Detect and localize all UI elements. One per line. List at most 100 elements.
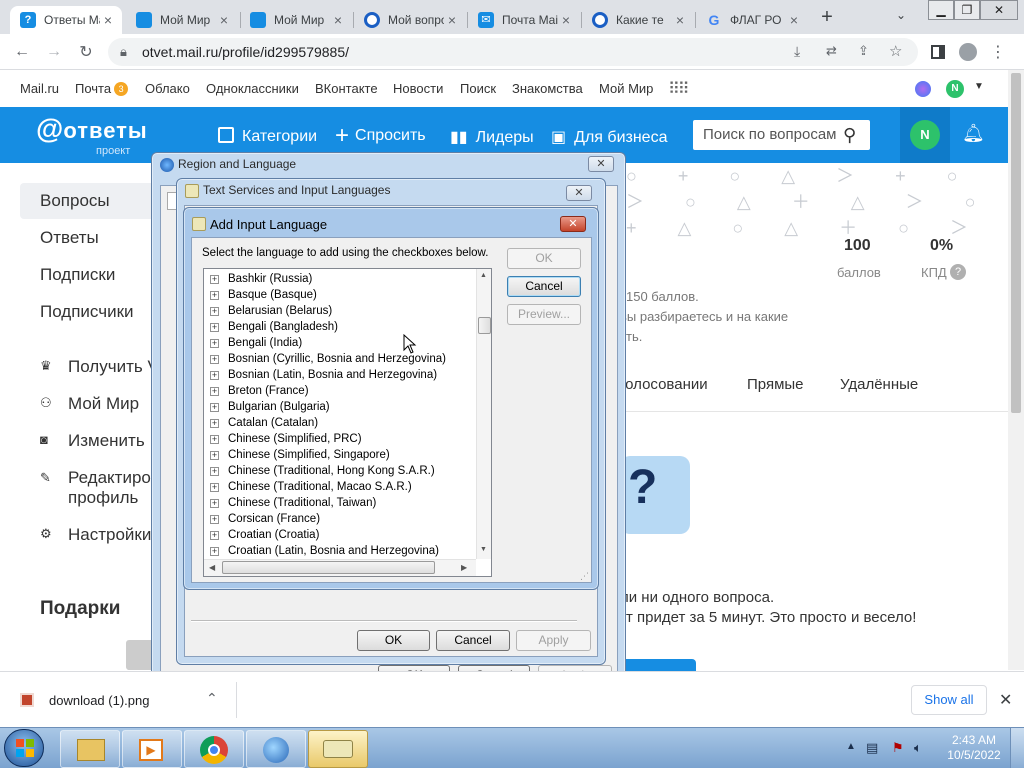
sidebar-item-subscriptions[interactable]: Подписки [40, 265, 115, 285]
nav-categories[interactable]: Категории [218, 127, 317, 146]
kpd-help-icon[interactable]: ? [950, 264, 966, 280]
tab-kakie[interactable]: Какие те × [582, 6, 694, 34]
portal-user-avatar[interactable]: N [946, 80, 964, 98]
expand-plus-icon[interactable]: + [210, 402, 219, 412]
action-moimir[interactable]: Мой Мир [68, 394, 139, 414]
language-tree-item[interactable]: + Croatian (Croatia) [210, 527, 319, 543]
portal-link-dating[interactable]: Знакомства [512, 81, 583, 96]
back-arrow-icon[interactable]: ← [12, 42, 32, 62]
translate-icon[interactable]: ⇄ [826, 43, 837, 59]
region-close-button[interactable]: ✕ [588, 156, 614, 172]
bell-icon[interactable]: 🔔︎ [962, 123, 985, 144]
text-services-ok-button[interactable]: OK [357, 630, 430, 651]
text-services-cancel-button[interactable]: Cancel [436, 630, 510, 651]
close-tab-icon[interactable]: × [100, 12, 116, 28]
tab-direct[interactable]: Прямые [747, 376, 804, 393]
tree-vertical-scroll-thumb[interactable] [478, 317, 491, 334]
expand-plus-icon[interactable]: + [210, 274, 219, 284]
expand-plus-icon[interactable]: + [210, 306, 219, 316]
close-tab-icon[interactable]: × [558, 12, 574, 28]
language-tree-item[interactable]: + Chinese (Traditional, Hong Kong S.A.R.) [210, 463, 435, 479]
restore-window-button[interactable]: ❐ [954, 0, 980, 20]
expand-plus-icon[interactable]: + [210, 546, 219, 556]
portal-link-search[interactable]: Поиск [460, 81, 496, 96]
scroll-up-arrow-icon[interactable]: ▲ [480, 272, 487, 279]
tab-otvet[interactable]: ? Ответы Mail.ru × [10, 6, 122, 34]
portal-link-ok[interactable]: Одноклассники [206, 81, 299, 96]
expand-plus-icon[interactable]: + [210, 386, 219, 396]
expand-plus-icon[interactable]: + [210, 370, 219, 380]
close-window-button[interactable]: ✕ [980, 0, 1018, 20]
download-chevron-icon[interactable]: ⌃ [206, 690, 218, 707]
expand-plus-icon[interactable]: + [210, 290, 219, 300]
tree-horizontal-scroll-thumb[interactable] [222, 561, 435, 574]
tab-voting[interactable]: голосовании [620, 376, 708, 393]
browser-menu-icon[interactable]: ⋮ [988, 42, 1008, 62]
language-tree-item[interactable]: + Basque (Basque) [210, 287, 317, 303]
start-button[interactable] [4, 729, 44, 767]
close-tab-icon[interactable]: × [672, 12, 688, 28]
language-tree-item[interactable]: + Catalan (Catalan) [210, 415, 318, 431]
page-scrollbar-thumb[interactable] [1011, 73, 1021, 413]
forward-arrow-icon[interactable]: → [44, 42, 64, 62]
nav-leaders[interactable]: ▮▮ Лидеры [450, 127, 534, 147]
show-desktop-button[interactable] [1010, 728, 1024, 768]
new-tab-button[interactable]: + [817, 6, 837, 28]
download-file-name[interactable]: download (1).png [49, 693, 149, 708]
network-icon[interactable]: ▤ [866, 740, 878, 756]
language-tree-item[interactable]: + Corsican (France) [210, 511, 320, 527]
text-services-apply-button[interactable]: Apply [516, 630, 591, 651]
tab-mail[interactable]: ✉ Почта Mail.ru × [468, 6, 580, 34]
expand-plus-icon[interactable]: + [210, 514, 219, 524]
language-tree-item[interactable]: + Bulgarian (Bulgaria) [210, 399, 330, 415]
language-tree-item[interactable]: + Bosnian (Latin, Bosnia and Herzegovina) [210, 367, 437, 383]
install-app-icon[interactable]: ⤓ [794, 43, 800, 60]
expand-plus-icon[interactable]: + [210, 354, 219, 364]
tree-horizontal-scrollbar[interactable]: ◀ ▶ [204, 559, 476, 576]
expand-plus-icon[interactable]: + [210, 338, 219, 348]
search-icon[interactable]: ⚲ [843, 125, 856, 146]
minimize-window-button[interactable]: ▁ [928, 0, 954, 20]
taskbar-media-player[interactable]: ▶ [122, 730, 182, 768]
expand-plus-icon[interactable]: + [210, 530, 219, 540]
otvet-logo[interactable]: @ответы проект [36, 115, 148, 158]
scroll-right-arrow-icon[interactable]: ▶ [461, 563, 467, 572]
language-tree-item[interactable]: + Chinese (Traditional, Macao S.A.R.) [210, 479, 412, 495]
tab-search-chevron-icon[interactable]: ⌄ [896, 8, 906, 22]
action-edit-profile[interactable]: Редактиро профиль [68, 468, 151, 508]
language-tree-item[interactable]: + Chinese (Simplified, PRC) [210, 431, 362, 447]
language-tree-item[interactable]: + Bengali (India) [210, 335, 302, 351]
close-tab-icon[interactable]: × [786, 12, 802, 28]
tab-moimir-1[interactable]: Мой Мир × [126, 6, 238, 34]
portal-link-moimir[interactable]: Мой Мир [599, 81, 653, 96]
language-tree-item[interactable]: + Chinese (Simplified, Singapore) [210, 447, 390, 463]
expand-plus-icon[interactable]: + [210, 434, 219, 444]
scroll-down-arrow-icon[interactable]: ▼ [480, 546, 487, 553]
expand-plus-icon[interactable]: + [210, 450, 219, 460]
taskbar-text-services[interactable] [308, 730, 368, 768]
expand-plus-icon[interactable]: + [210, 322, 219, 332]
share-icon[interactable]: ⇪ [858, 43, 869, 59]
sidebar-item-subscribers[interactable]: Подписчики [40, 302, 134, 322]
side-panel-icon[interactable] [928, 42, 948, 62]
nav-ask[interactable]: + Спросить [335, 124, 426, 148]
taskbar-clock[interactable]: 2:43 AM 10/5/2022 [944, 733, 1004, 763]
language-tree-item[interactable]: + Croatian (Latin, Bosnia and Herzegovina… [210, 543, 439, 559]
apps-grid-icon[interactable]: ⠿⠿ [668, 79, 689, 99]
portal-link-cloud[interactable]: Облако [145, 81, 190, 96]
expand-plus-icon[interactable]: + [210, 466, 219, 476]
action-settings[interactable]: Настройки [68, 525, 151, 545]
expand-plus-icon[interactable]: + [210, 418, 219, 428]
portal-link-vk[interactable]: ВКонтакте [315, 81, 378, 96]
close-tab-icon[interactable]: × [330, 12, 346, 28]
add-language-ok-button[interactable]: OK [507, 248, 581, 269]
tab-deleted[interactable]: Удалённые [840, 376, 918, 393]
volume-icon[interactable]: 🔈︎ [914, 740, 922, 756]
expand-plus-icon[interactable]: + [210, 498, 219, 508]
show-all-downloads-button[interactable]: Show all [911, 685, 987, 715]
language-tree-list[interactable]: + Bashkir (Russia) + Basque (Basque) + Bela… [203, 268, 492, 577]
address-bar[interactable]: 🔒︎ otvet.mail.ru/profile/id299579885/ ⤓ … [108, 38, 918, 66]
resize-grip-icon[interactable]: ⋰ [580, 571, 589, 582]
tree-vertical-scrollbar[interactable]: ▲ ▼ [476, 269, 491, 559]
bookmark-star-icon[interactable]: ☆ [889, 42, 902, 60]
